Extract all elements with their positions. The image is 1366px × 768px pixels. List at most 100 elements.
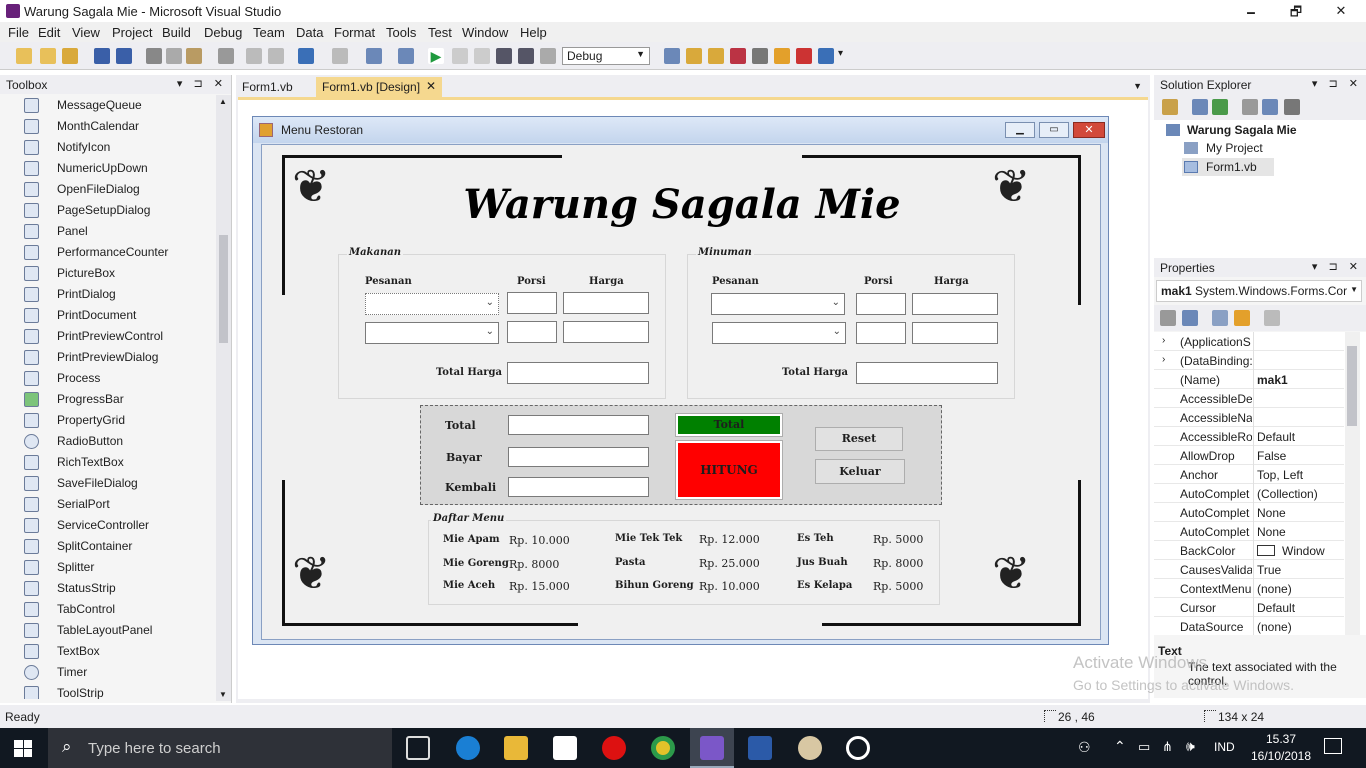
- toolbox-item[interactable]: Process: [24, 368, 214, 389]
- task-view-icon[interactable]: [406, 736, 430, 760]
- scroll-down-icon[interactable]: ▼: [219, 690, 227, 699]
- categorized-icon[interactable]: [1160, 310, 1176, 326]
- properties-icon[interactable]: [1192, 99, 1208, 115]
- copy-icon[interactable]: [166, 48, 182, 64]
- property-pages-icon[interactable]: [1264, 310, 1280, 326]
- toolbox-item[interactable]: PrintDialog: [24, 284, 214, 305]
- chevron-up-icon[interactable]: ⌃: [1114, 738, 1126, 755]
- toolbox-item[interactable]: PrintPreviewDialog: [24, 347, 214, 368]
- menu-help[interactable]: Help: [520, 25, 547, 40]
- edge-icon[interactable]: [456, 736, 480, 760]
- step-over-icon[interactable]: [518, 48, 534, 64]
- navigate-back-icon[interactable]: [366, 48, 382, 64]
- property-row[interactable]: AccessibleDes: [1154, 389, 1344, 408]
- file-explorer-icon[interactable]: [504, 736, 528, 760]
- property-row[interactable]: › (DataBinding:: [1154, 351, 1344, 370]
- clock-date[interactable]: 16/10/2018: [1246, 749, 1316, 763]
- property-row[interactable]: AccessibleRol Default: [1154, 427, 1344, 446]
- my-project-node[interactable]: My Project: [1206, 141, 1263, 155]
- toolbox-icon[interactable]: [730, 48, 746, 64]
- network-icon[interactable]: ⋔: [1162, 739, 1173, 755]
- toolbox-item[interactable]: ProgressBar: [24, 389, 214, 410]
- scroll-up-icon[interactable]: ▲: [219, 97, 227, 106]
- toolbox-item[interactable]: MessageQueue: [24, 95, 214, 116]
- makanan-total-input[interactable]: [507, 362, 649, 384]
- scrollbar-thumb[interactable]: [1347, 346, 1357, 426]
- minuman-porsi-input-2[interactable]: [856, 322, 906, 344]
- property-value[interactable]: Top, Left: [1257, 468, 1343, 482]
- toolbox-item[interactable]: ToolStrip: [24, 683, 214, 699]
- property-row[interactable]: BackColor Window: [1154, 541, 1344, 560]
- open-folder-icon[interactable]: [62, 48, 78, 64]
- toolbox-item[interactable]: TextBox: [24, 641, 214, 662]
- clock-time[interactable]: 15.37: [1251, 732, 1311, 746]
- chrome-icon[interactable]: [651, 736, 675, 760]
- makanan-harga-input-2[interactable]: [563, 321, 649, 343]
- menu-view[interactable]: View: [72, 25, 100, 40]
- pause-icon[interactable]: [452, 48, 468, 64]
- form-close-button[interactable]: ✕: [1073, 122, 1105, 138]
- toolbox-item[interactable]: MonthCalendar: [24, 116, 214, 137]
- form-maximize-button[interactable]: ▭: [1039, 122, 1069, 138]
- redo-icon[interactable]: [332, 48, 348, 64]
- menu-edit[interactable]: Edit: [38, 25, 60, 40]
- properties-view-icon[interactable]: [1212, 310, 1228, 326]
- object-selector[interactable]: mak1 System.Windows.Forms.Cor ▼: [1156, 280, 1362, 302]
- error-list-icon[interactable]: [796, 48, 812, 64]
- property-value[interactable]: (none): [1257, 620, 1343, 634]
- expand-icon[interactable]: ›: [1162, 354, 1165, 365]
- toolbox-item[interactable]: Splitter: [24, 557, 214, 578]
- kembali-input[interactable]: [508, 477, 649, 497]
- property-row[interactable]: DataSource (none): [1154, 617, 1344, 635]
- store-icon[interactable]: [553, 736, 577, 760]
- output-icon[interactable]: [818, 48, 834, 64]
- toolbox-item[interactable]: PrintDocument: [24, 305, 214, 326]
- visual-studio-taskbar-button[interactable]: [690, 728, 734, 768]
- windows-start-icon[interactable]: [14, 740, 32, 757]
- uncomment-icon[interactable]: [268, 48, 284, 64]
- toolbar-overflow-icon[interactable]: ▾: [838, 48, 854, 64]
- media-player-icon[interactable]: [846, 736, 870, 760]
- toolbox-item[interactable]: NotifyIcon: [24, 137, 214, 158]
- property-value[interactable]: None: [1257, 525, 1343, 539]
- tools-icon[interactable]: [752, 48, 768, 64]
- menu-debug[interactable]: Debug: [204, 25, 242, 40]
- toolbox-item[interactable]: TableLayoutPanel: [24, 620, 214, 641]
- reset-button[interactable]: Reset: [815, 427, 903, 451]
- toolbox-item[interactable]: PictureBox: [24, 263, 214, 284]
- toolbox-item[interactable]: PerformanceCounter: [24, 242, 214, 263]
- find-icon[interactable]: [218, 48, 234, 64]
- toolbox-item[interactable]: SerialPort: [24, 494, 214, 515]
- minuman-pesanan-combo-1[interactable]: ⌄: [711, 293, 845, 315]
- solution-explorer-icon[interactable]: [664, 48, 680, 64]
- comment-icon[interactable]: [246, 48, 262, 64]
- toolbox-item[interactable]: SplitContainer: [24, 536, 214, 557]
- opera-icon[interactable]: [602, 736, 626, 760]
- panel-pin-icon[interactable]: ▾ ⊐ ✕: [1312, 77, 1362, 90]
- close-button[interactable]: ✕: [1326, 3, 1356, 19]
- property-value[interactable]: Window: [1282, 544, 1342, 558]
- expand-icon[interactable]: ›: [1162, 335, 1165, 346]
- close-tab-icon[interactable]: ✕: [426, 79, 436, 93]
- toolbox-item[interactable]: StatusStrip: [24, 578, 214, 599]
- minuman-harga-input-1[interactable]: [912, 293, 998, 315]
- undo-icon[interactable]: [298, 48, 314, 64]
- events-icon[interactable]: [1234, 310, 1250, 326]
- panel-pin-icon[interactable]: ▾ ⊐ ✕: [1312, 260, 1362, 273]
- refresh-icon[interactable]: [1212, 99, 1228, 115]
- total-button[interactable]: Total: [675, 413, 783, 437]
- alphabetical-icon[interactable]: [1182, 310, 1198, 326]
- menu-build[interactable]: Build: [162, 25, 191, 40]
- save-icon[interactable]: [94, 48, 110, 64]
- save-all-icon[interactable]: [116, 48, 132, 64]
- minuman-harga-input-2[interactable]: [912, 322, 998, 344]
- language-indicator[interactable]: IND: [1214, 740, 1235, 754]
- property-value[interactable]: Default: [1257, 601, 1343, 615]
- property-row[interactable]: Anchor Top, Left: [1154, 465, 1344, 484]
- panel-pin-icon[interactable]: ▾ ⊐ ✕: [177, 77, 227, 90]
- property-row[interactable]: AutoComplet (Collection): [1154, 484, 1344, 503]
- toolbox-item[interactable]: ServiceController: [24, 515, 214, 536]
- menu-team[interactable]: Team: [253, 25, 285, 40]
- scrollbar-thumb[interactable]: [219, 235, 228, 343]
- notification-icon[interactable]: [1324, 738, 1342, 754]
